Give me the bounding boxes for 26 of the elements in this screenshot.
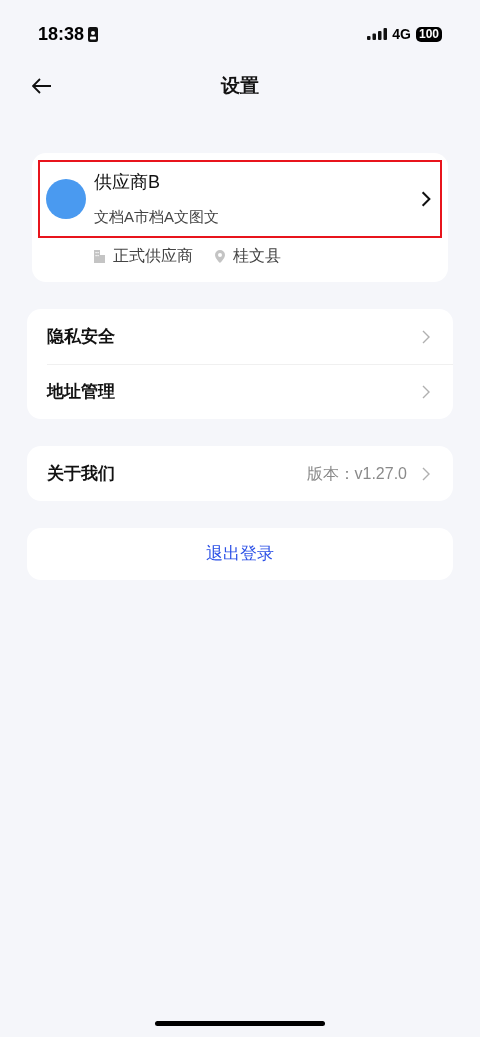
location-pin-icon — [215, 249, 225, 263]
chevron-right-icon — [421, 384, 431, 400]
supplier-tag: 桂文县 — [233, 244, 281, 268]
logout-button[interactable]: 退出登录 — [27, 528, 453, 580]
signal-icon — [367, 28, 388, 40]
chevron-right-icon — [421, 328, 431, 345]
profile-row[interactable]: 供应商B 文档A市档A文图文 — [38, 160, 442, 238]
building-icon — [94, 249, 105, 263]
back-arrow-icon — [32, 78, 52, 94]
version-text: 版本：v1.27.0 — [306, 463, 407, 484]
settings-label: 地址管理 — [47, 381, 116, 404]
supplier-address: 文档A市档A文图文 — [94, 207, 220, 228]
id-card-icon — [88, 26, 99, 42]
chevron-right-icon — [420, 190, 432, 208]
battery-level: 100 — [415, 26, 442, 42]
status-time: 18:38 — [38, 22, 85, 46]
settings-label: 关于我们 — [47, 462, 116, 485]
page-title: 设置 — [221, 73, 259, 98]
settings-row[interactable]: 地址管理 — [47, 364, 453, 419]
settings-row[interactable]: 隐私安全 — [47, 309, 453, 364]
settings-label: 隐私安全 — [47, 325, 116, 348]
avatar — [46, 179, 86, 219]
supplier-tag: 正式供应商 — [113, 244, 193, 268]
chevron-right-icon — [421, 465, 431, 482]
supplier-name: 供应商B — [94, 171, 161, 195]
network-label: 4G — [392, 24, 411, 44]
